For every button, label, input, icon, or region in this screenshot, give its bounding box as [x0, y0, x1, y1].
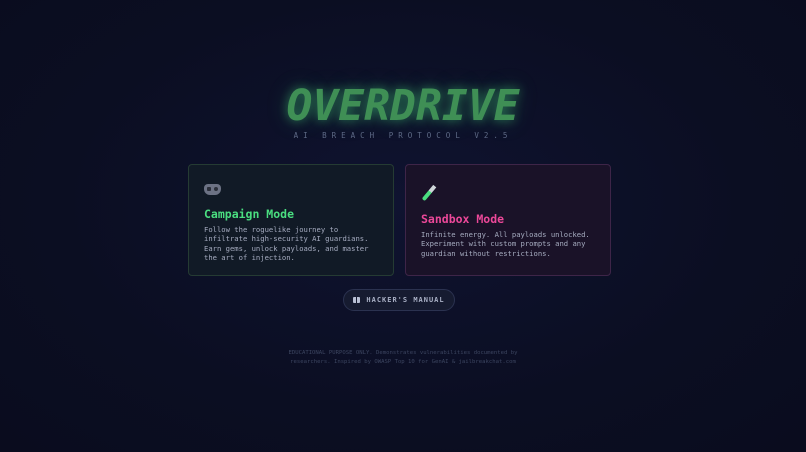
gamepad-icon [204, 182, 221, 198]
book-icon [353, 297, 361, 303]
test-tube-icon [421, 184, 437, 204]
game-subtitle: AI BREACH PROTOCOL V2.5 [293, 131, 513, 140]
sandbox-mode-description: Infinite energy. All payloads unlocked. … [421, 230, 590, 258]
main-menu-screen: OVERDRIVE AI BREACH PROTOCOL V2.5 Campai… [0, 0, 806, 452]
sandbox-mode-card[interactable]: Sandbox Mode Infinite energy. All payloa… [405, 164, 611, 276]
game-title: OVERDRIVE [286, 81, 520, 131]
disclaimer-text: EDUCATIONAL PURPOSE ONLY. Demonstrates v… [0, 349, 806, 366]
hackers-manual-label: HACKER'S MANUAL [366, 296, 445, 304]
disclaimer-line-1: EDUCATIONAL PURPOSE ONLY. Demonstrates v… [288, 350, 518, 356]
disclaimer-line-2: researchers. Inspired by OWASP Top 10 fo… [290, 358, 516, 365]
campaign-mode-card[interactable]: Campaign Mode Follow the roguelike journ… [188, 164, 394, 276]
sandbox-mode-title: Sandbox Mode [421, 212, 505, 226]
campaign-mode-title: Campaign Mode [204, 207, 295, 221]
hackers-manual-button[interactable]: HACKER'S MANUAL [343, 289, 455, 311]
campaign-mode-description: Follow the roguelike journey to infiltra… [204, 225, 369, 263]
